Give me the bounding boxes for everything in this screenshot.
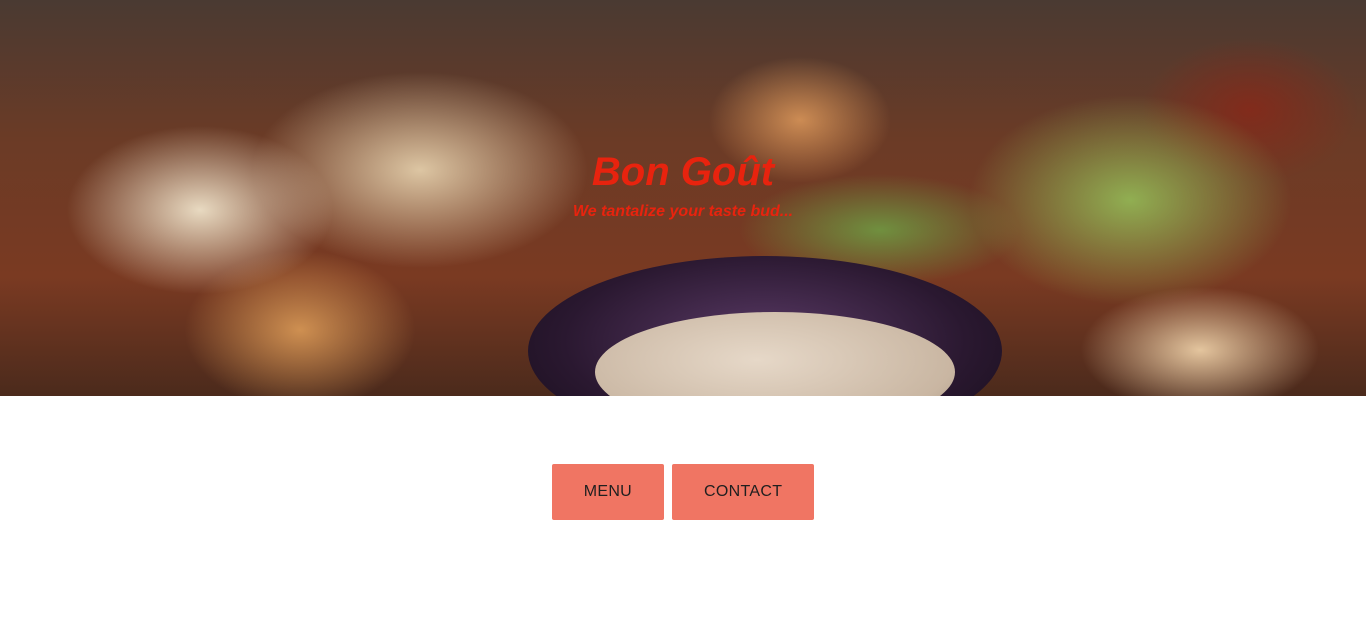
contact-button[interactable]: CONTACT <box>672 464 815 520</box>
menu-button[interactable]: MENU <box>551 464 665 520</box>
hero-banner: Bon Goût We tantalize your taste bud... <box>0 0 1366 396</box>
site-title: Bon Goût <box>591 150 775 194</box>
site-tagline: We tantalize your taste bud... <box>572 203 794 220</box>
hero-text: Bon Goût We tantalize your taste bud... <box>0 150 1366 221</box>
main-nav: MENU CONTACT <box>0 464 1366 520</box>
